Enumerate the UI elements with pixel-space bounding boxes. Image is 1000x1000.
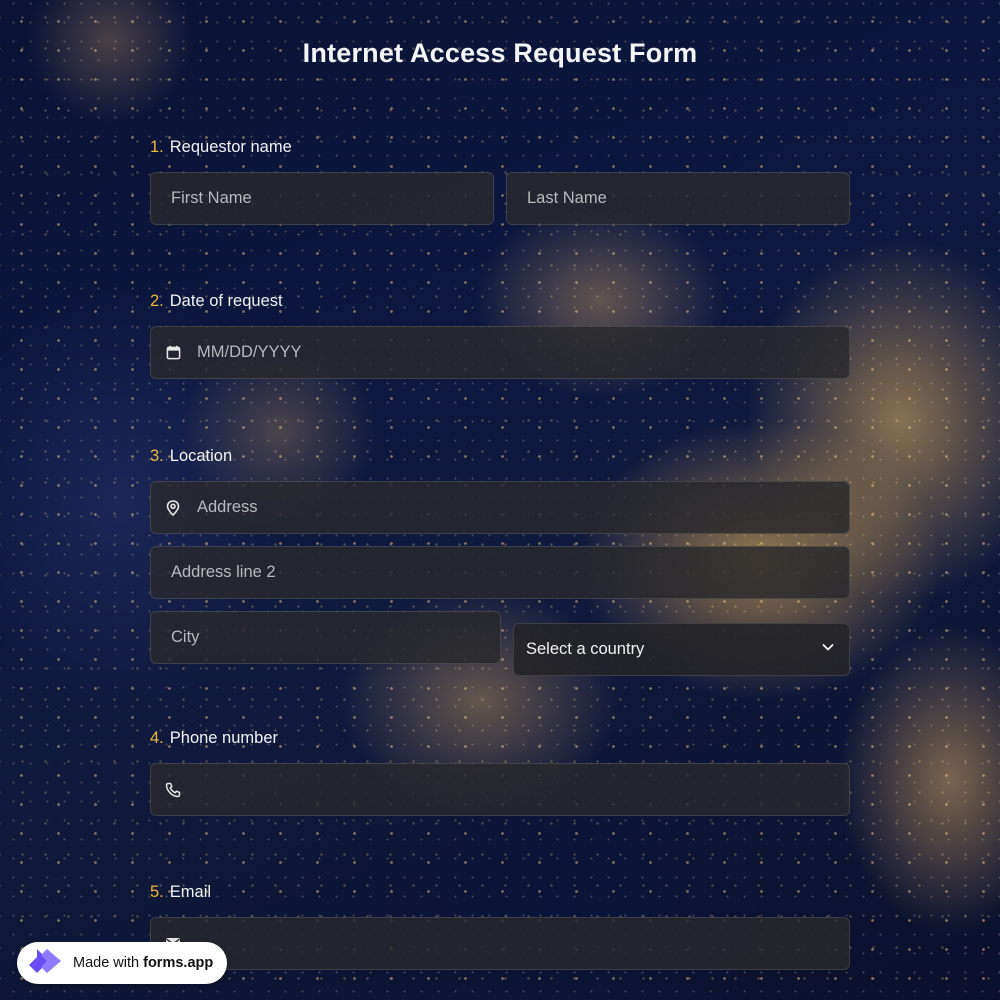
calendar-icon[interactable] — [165, 345, 181, 361]
email-input[interactable] — [197, 934, 829, 953]
question-number: 4. — [150, 729, 164, 747]
map-pin-icon — [165, 499, 181, 516]
form-title: Internet Access Request Form — [302, 38, 698, 68]
question-email: 5. Email — [150, 880, 850, 970]
question-text: Requestor name — [169, 138, 292, 156]
question-location: 3. Location Select a country — [150, 444, 850, 676]
phone-field[interactable] — [150, 763, 850, 816]
question-label: 4. Phone number — [150, 726, 850, 750]
question-text: Email — [169, 883, 212, 901]
last-name-input[interactable] — [527, 189, 829, 208]
email-field[interactable] — [150, 917, 850, 970]
question-label: 2. Date of request — [150, 289, 850, 313]
form-page: Internet Access Request Form 1. Requestor… — [0, 0, 1000, 1000]
address-input[interactable] — [197, 498, 829, 517]
question-number: 3. — [150, 447, 164, 465]
first-name-input[interactable] — [171, 189, 473, 208]
question-number: 2. — [150, 292, 164, 310]
country-select-value: Select a country — [526, 640, 645, 658]
date-input[interactable] — [197, 343, 829, 362]
badge-prefix: Made with — [73, 955, 140, 971]
made-with-badge[interactable]: Made with forms.app — [17, 942, 227, 984]
forms-app-logo-icon — [27, 947, 73, 979]
chevron-down-icon[interactable] — [821, 640, 835, 659]
badge-brand: forms.app — [143, 955, 214, 971]
question-label: 1. Requestor name — [150, 135, 850, 159]
last-name-field[interactable] — [506, 172, 850, 225]
address-line-2-field[interactable] — [150, 546, 850, 599]
address-line-2-input[interactable] — [171, 563, 829, 582]
city-field[interactable] — [150, 611, 501, 664]
question-label: 3. Location — [150, 444, 850, 468]
question-text: Phone number — [169, 729, 279, 747]
first-name-field[interactable] — [150, 172, 494, 225]
country-select[interactable]: Select a country — [513, 623, 850, 676]
question-label: 5. Email — [150, 880, 850, 904]
question-date-of-request: 2. Date of request — [150, 289, 850, 379]
question-text: Location — [169, 447, 233, 465]
address-field[interactable] — [150, 481, 850, 534]
date-field[interactable] — [150, 326, 850, 379]
phone-icon — [165, 782, 181, 798]
badge-text: Made with forms.app — [73, 955, 213, 971]
city-country-row: Select a country — [150, 611, 850, 676]
name-row — [150, 172, 850, 225]
phone-input[interactable] — [197, 780, 829, 799]
question-number: 1. — [150, 138, 164, 156]
question-text: Date of request — [169, 292, 283, 310]
question-number: 5. — [150, 883, 164, 901]
city-input[interactable] — [171, 628, 480, 647]
question-requestor-name: 1. Requestor name — [150, 135, 850, 225]
question-phone-number: 4. Phone number — [150, 726, 850, 816]
